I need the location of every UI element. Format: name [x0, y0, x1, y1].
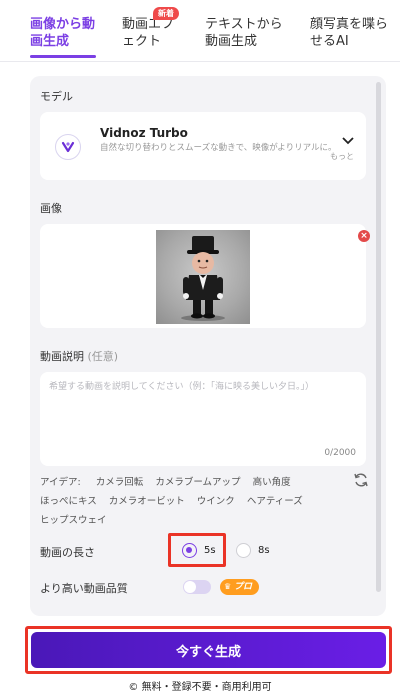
vidnoz-v-icon — [61, 141, 75, 153]
model-name: Vidnoz Turbo — [100, 126, 188, 140]
tab-image-to-video[interactable]: 画像から動画生成 — [30, 16, 102, 50]
duration-5s-label[interactable]: 5s — [204, 545, 216, 556]
tab-text-to-video[interactable]: テキストから動画生成 — [205, 16, 287, 50]
description-label-text: 動画説明 — [40, 350, 84, 363]
uploaded-image — [156, 230, 250, 324]
optional-label: (任意) — [87, 350, 119, 363]
image-section-label: 画像 — [40, 202, 62, 215]
active-tab-indicator — [30, 55, 96, 58]
generate-button[interactable]: 今すぐ生成 — [31, 632, 386, 668]
ideas-row-3: ヒップスウェイ — [40, 512, 116, 526]
crown-icon: ♛ — [224, 582, 232, 591]
tab-talking-photo[interactable]: 顔写真を喋らせるAI — [310, 16, 392, 50]
description-placeholder: 希望する動画を説明してください（例：「海に映る美しい夕日。」） — [49, 382, 314, 392]
idea-chip[interactable]: ほっぺにキス — [40, 496, 97, 507]
idea-chip[interactable]: ヒップスウェイ — [40, 515, 107, 526]
tab-video-effects[interactable]: 動画エフェクト — [122, 16, 182, 50]
idea-chip[interactable]: カメラ回転 — [96, 477, 144, 488]
quality-label: より高い動画品質 — [40, 582, 128, 595]
footer-note: © 無料・登録不要・商用利用可 — [128, 682, 272, 693]
description-input[interactable]: 希望する動画を説明してください（例：「海に映る美しい夕日。」） 0/2000 — [40, 372, 366, 466]
idea-chip[interactable]: ヘアティーズ — [247, 496, 303, 507]
more-label[interactable]: もっと — [330, 151, 354, 162]
duration-label: 動画の長さ — [40, 546, 95, 559]
duration-8s-label[interactable]: 8s — [258, 545, 270, 556]
remove-image-icon[interactable]: × — [358, 230, 370, 242]
tab-bar: 画像から動画生成 動画エフェクト 新着 テキストから動画生成 顔写真を喋らせるA… — [0, 0, 400, 62]
ideas-label: アイデア: — [40, 477, 81, 488]
image-upload-area[interactable]: × — [40, 224, 370, 328]
refresh-ideas-icon[interactable] — [352, 471, 370, 489]
highlight-frame — [168, 533, 226, 567]
idea-chip[interactable]: ウインク — [197, 496, 235, 507]
chevron-down-icon[interactable] — [342, 134, 354, 149]
scrollbar[interactable] — [376, 82, 381, 592]
model-selector[interactable]: Vidnoz Turbo 自然な切り替わりとスムーズな動きで、映像がよりリアルに… — [40, 112, 366, 180]
character-counter: 0/2000 — [324, 448, 356, 458]
idea-chip[interactable]: カメラオービット — [109, 496, 185, 507]
vidnoz-logo-icon — [55, 134, 81, 160]
duration-8s-radio[interactable] — [236, 543, 251, 558]
ideas-row-1: アイデア: カメラ回転 カメラブームアップ 高い角度 — [40, 474, 300, 488]
top-hat-figure-image — [181, 236, 225, 321]
model-section-label: モデル — [40, 90, 73, 103]
quality-toggle[interactable] — [183, 580, 211, 594]
idea-chip[interactable]: 高い角度 — [253, 477, 291, 488]
description-section-label: 動画説明 (任意) — [40, 348, 118, 364]
ideas-row-2: ほっぺにキス カメラオービット ウインク ヘアティーズ — [40, 493, 312, 507]
idea-chip[interactable]: カメラブームアップ — [155, 477, 240, 488]
model-description: 自然な切り替わりとスムーズな動きで、映像がよりリアルに。 — [100, 143, 337, 153]
duration-5s-radio[interactable] — [182, 543, 197, 558]
new-badge: 新着 — [153, 7, 179, 20]
